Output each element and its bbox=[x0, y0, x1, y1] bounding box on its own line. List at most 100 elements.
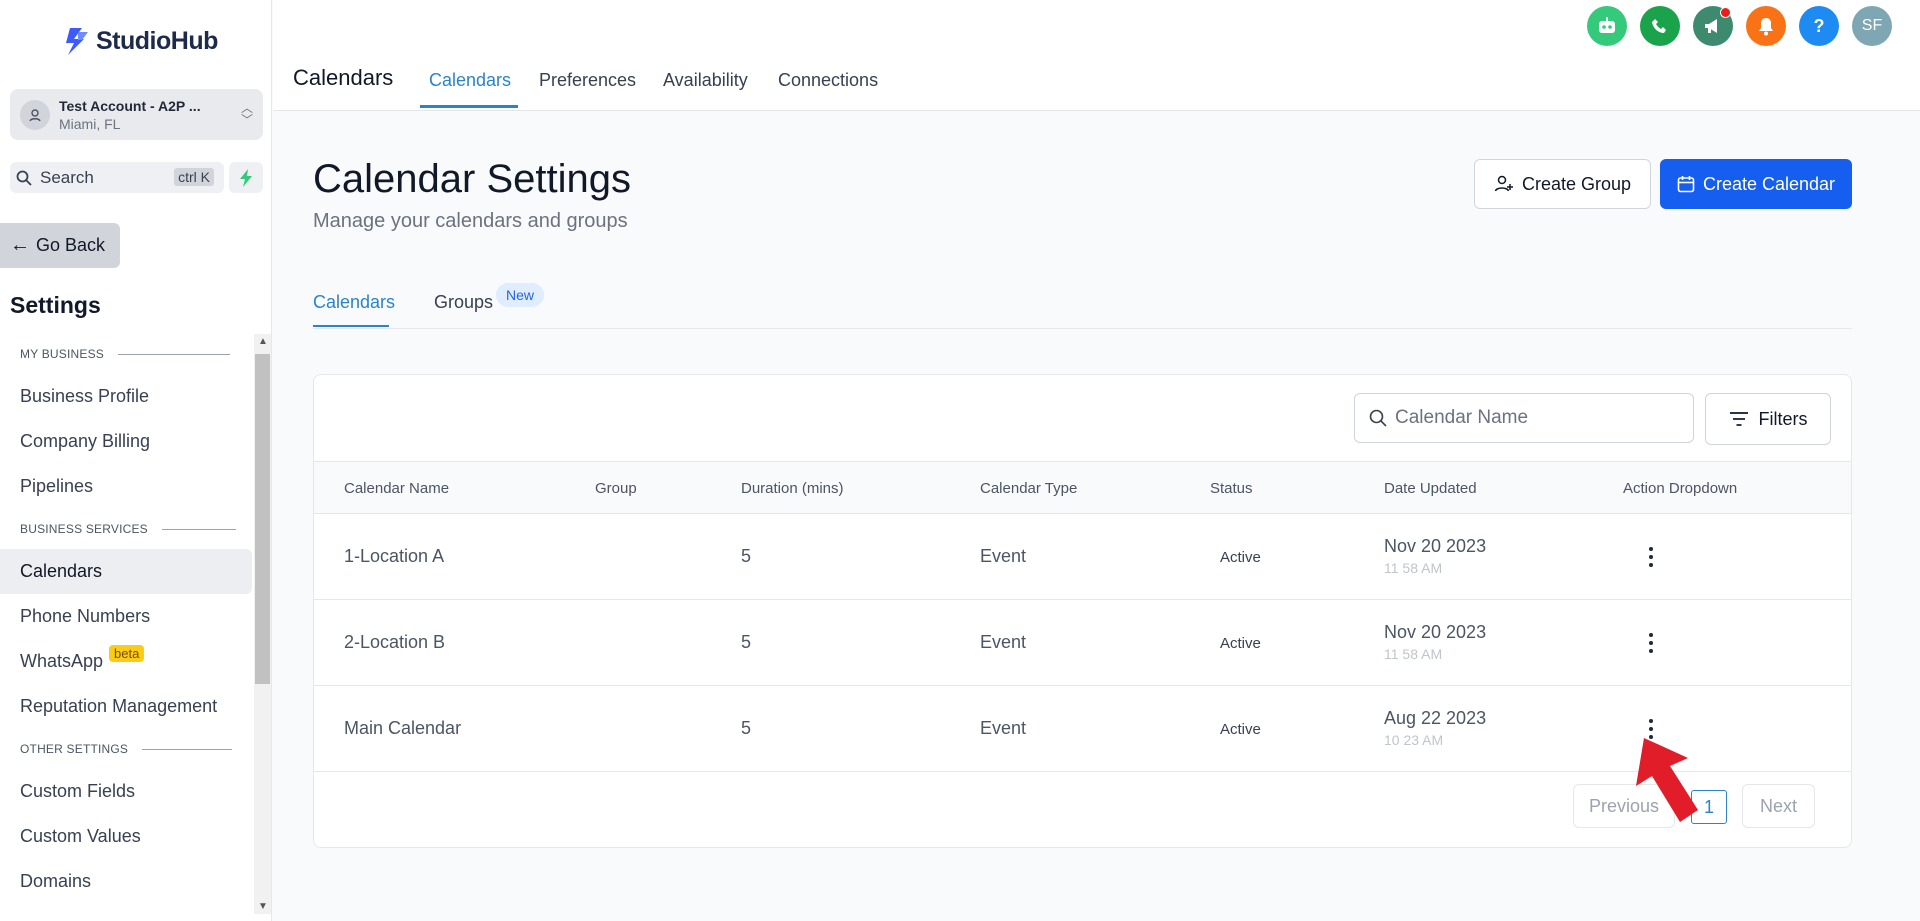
nav-section-other-settings: OTHER SETTINGS bbox=[0, 729, 254, 769]
action-dropdown-icon[interactable] bbox=[1639, 544, 1663, 570]
phone-icon[interactable] bbox=[1640, 6, 1680, 46]
calendar-name[interactable]: 2-Location B bbox=[344, 632, 445, 653]
megaphone-icon[interactable] bbox=[1693, 6, 1733, 46]
create-group-button[interactable]: Create Group bbox=[1474, 159, 1651, 209]
nav-section-label: MY BUSINESS bbox=[20, 347, 105, 361]
create-calendar-label: Create Calendar bbox=[1702, 173, 1836, 194]
filters-label: Filters bbox=[1758, 408, 1808, 429]
time-updated: 11 58 AM bbox=[1384, 560, 1443, 576]
bolt-icon bbox=[240, 168, 252, 187]
filter-icon bbox=[1729, 412, 1748, 426]
tab-calendars[interactable]: Calendars bbox=[429, 70, 511, 91]
column-header[interactable]: Status bbox=[1210, 480, 1253, 497]
page-title: Calendar Settings bbox=[313, 157, 631, 201]
calendar-type: Event bbox=[980, 632, 1027, 652]
status-badge: Active bbox=[1220, 635, 1261, 652]
nav-section-label: OTHER SETTINGS bbox=[20, 742, 129, 756]
tab-availability[interactable]: Availability bbox=[663, 70, 748, 91]
page-subtitle: Manage your calendars and groups bbox=[313, 210, 628, 232]
divider bbox=[118, 353, 231, 355]
sidebar: StudioHub Test Account - A2P ... Miami, … bbox=[0, 0, 272, 921]
help-icon[interactable]: ? bbox=[1799, 6, 1839, 46]
sidebar-item-pipelines[interactable]: Pipelines bbox=[0, 464, 252, 509]
column-header[interactable]: Date Updated bbox=[1384, 480, 1477, 497]
search-icon bbox=[16, 170, 32, 186]
logo[interactable]: StudioHub bbox=[64, 26, 218, 56]
logo-icon bbox=[64, 26, 90, 56]
table-row[interactable]: 2-Location B 5 Event Active Nov 20 2023 … bbox=[314, 600, 1851, 686]
pointer-arrow-icon bbox=[1636, 738, 1698, 822]
scroll-thumb[interactable] bbox=[255, 354, 270, 684]
scroll-up-icon[interactable]: ▲ bbox=[258, 336, 268, 347]
column-header[interactable]: Calendar Type bbox=[980, 480, 1077, 497]
status-badge: Active bbox=[1220, 721, 1261, 738]
avatar[interactable]: SF bbox=[1852, 6, 1892, 46]
go-back-label: Go Back bbox=[36, 235, 106, 255]
sidebar-item-phone-numbers[interactable]: Phone Numbers bbox=[0, 594, 252, 639]
robot-icon[interactable] bbox=[1587, 6, 1627, 46]
tab-connections[interactable]: Connections bbox=[778, 70, 878, 91]
sidebar-item-reputation-management[interactable]: Reputation Management bbox=[0, 684, 252, 729]
search-placeholder: Calendar Name bbox=[1395, 407, 1529, 428]
nav-section-my-business: MY BUSINESS bbox=[0, 334, 254, 374]
sidebar-item-calendars[interactable]: Calendars bbox=[0, 549, 252, 594]
brand-name: StudioHub bbox=[96, 26, 218, 55]
calendar-duration: 5 bbox=[741, 632, 752, 652]
sidebar-item-company-billing[interactable]: Company Billing bbox=[0, 419, 252, 464]
sidebar-item-custom-fields[interactable]: Custom Fields bbox=[0, 769, 252, 814]
divider bbox=[142, 748, 233, 750]
filters-button[interactable]: Filters bbox=[1705, 393, 1831, 445]
date-updated: Aug 22 2023 bbox=[1384, 708, 1487, 728]
bell-icon[interactable] bbox=[1746, 6, 1786, 46]
table-row[interactable]: 1-Location A 5 Event Active Nov 20 2023 … bbox=[314, 514, 1851, 600]
divider bbox=[313, 328, 1852, 329]
sidebar-scrollbar[interactable]: ▲ ▼ bbox=[254, 334, 271, 914]
new-badge: New bbox=[496, 283, 545, 307]
settings-title: Settings bbox=[10, 292, 101, 318]
header-actions: ? SF bbox=[1587, 6, 1892, 46]
search-icon bbox=[1369, 409, 1387, 427]
table-row[interactable]: Main Calendar 5 Event Active Aug 22 2023… bbox=[314, 686, 1851, 772]
time-updated: 10 23 AM bbox=[1384, 732, 1444, 748]
column-header[interactable]: Calendar Name bbox=[344, 480, 449, 497]
calendar-search-input[interactable]: Calendar Name bbox=[1354, 393, 1694, 443]
column-header[interactable]: Duration (mins) bbox=[741, 480, 844, 497]
sidebar-item-label: WhatsApp bbox=[20, 651, 104, 671]
top-header: Calendars Calendars Preferences Availabi… bbox=[273, 0, 1920, 111]
calendar-type: Event bbox=[980, 718, 1027, 738]
settings-nav: MY BUSINESS Business Profile Company Bil… bbox=[0, 334, 254, 914]
next-page-button[interactable]: Next bbox=[1742, 784, 1815, 828]
sidebar-item-whatsapp[interactable]: WhatsApp beta bbox=[0, 639, 252, 684]
search-label: Search bbox=[40, 167, 94, 187]
notification-dot bbox=[1720, 7, 1731, 18]
active-subtab-indicator bbox=[313, 325, 389, 327]
column-header[interactable]: Action Dropdown bbox=[1623, 480, 1737, 497]
create-group-label: Create Group bbox=[1521, 173, 1632, 194]
scroll-down-icon[interactable]: ▼ bbox=[258, 901, 268, 912]
header-title: Calendars bbox=[293, 65, 394, 90]
tab-preferences[interactable]: Preferences bbox=[539, 70, 636, 91]
search-shortcut: ctrl K bbox=[174, 168, 214, 186]
go-back-button[interactable]: ← Go Back bbox=[0, 223, 120, 268]
account-location: Miami, FL bbox=[59, 115, 121, 132]
create-calendar-button[interactable]: Create Calendar bbox=[1660, 159, 1852, 209]
location-icon bbox=[20, 99, 50, 130]
sidebar-item-domains[interactable]: Domains bbox=[0, 859, 252, 904]
time-updated: 11 58 AM bbox=[1384, 646, 1443, 662]
tab-calendars-sub[interactable]: Calendars bbox=[313, 292, 395, 313]
divider bbox=[161, 528, 236, 530]
calendar-name[interactable]: Main Calendar bbox=[344, 718, 461, 739]
calendar-type: Event bbox=[980, 546, 1027, 566]
status-badge: Active bbox=[1220, 549, 1261, 566]
tab-groups[interactable]: Groups bbox=[434, 292, 493, 313]
column-header[interactable]: Group bbox=[595, 480, 637, 497]
calendar-name[interactable]: 1-Location A bbox=[344, 546, 444, 567]
calendar-duration: 5 bbox=[741, 546, 752, 566]
search-button[interactable]: Search ctrl K bbox=[10, 162, 224, 193]
sidebar-item-custom-values[interactable]: Custom Values bbox=[0, 814, 252, 859]
action-dropdown-icon[interactable] bbox=[1639, 630, 1663, 656]
account-switcher[interactable]: Test Account - A2P ... Miami, FL ︿ ﹀ bbox=[10, 89, 263, 140]
chevron-updown-icon: ︿ ﹀ bbox=[240, 101, 253, 127]
sidebar-item-business-profile[interactable]: Business Profile bbox=[0, 374, 252, 419]
quick-actions-button[interactable] bbox=[229, 162, 263, 193]
